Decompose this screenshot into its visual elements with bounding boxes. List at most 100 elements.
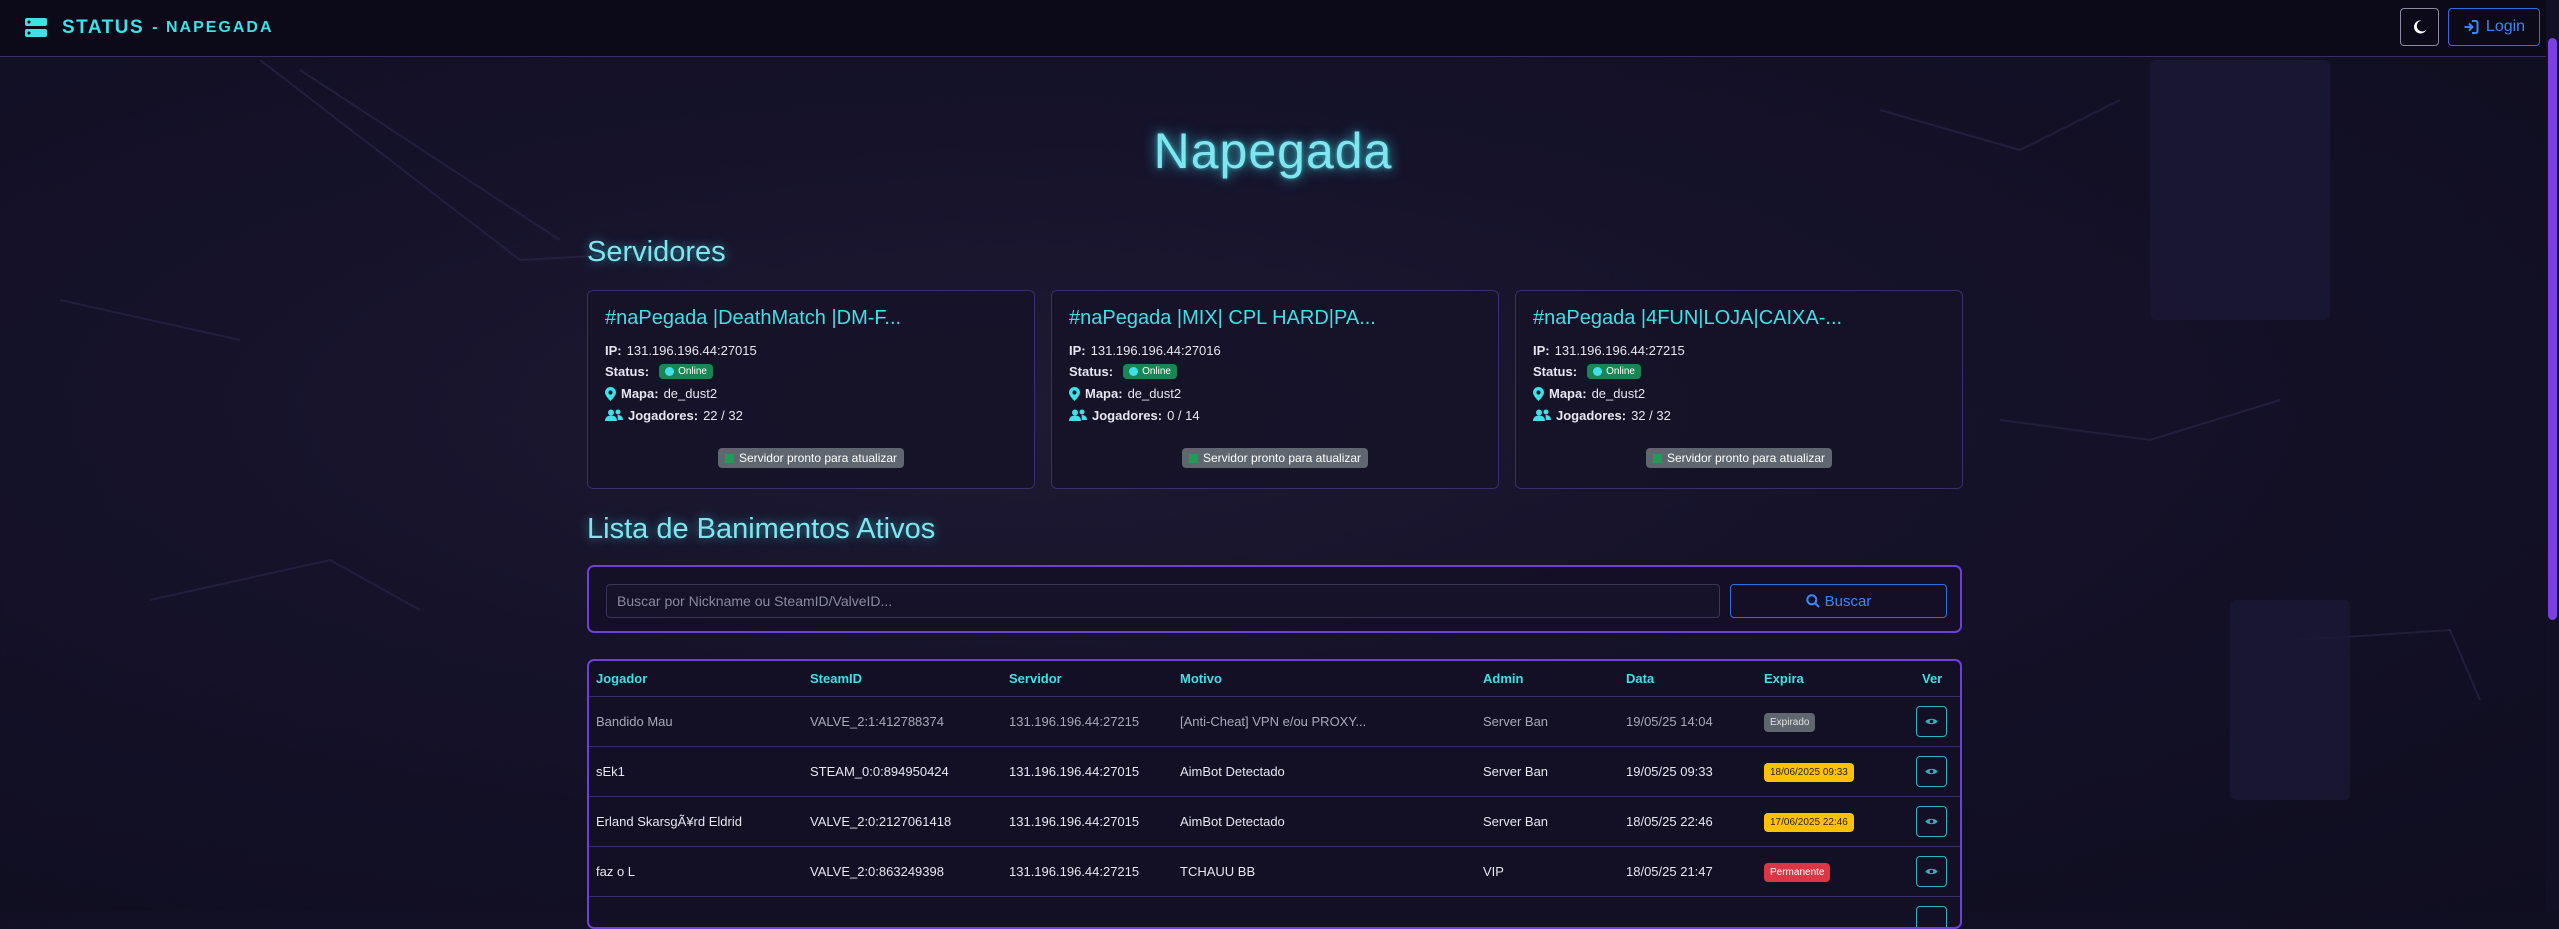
table-row-partial: [589, 896, 1960, 927]
online-dot-icon: [665, 367, 675, 376]
map-pin-icon: [1069, 386, 1080, 401]
ready-indicator-icon: [1188, 453, 1198, 463]
map-pin-icon: [605, 386, 616, 401]
ip-label: IP:: [1069, 343, 1086, 358]
ban-player: faz o L: [596, 864, 636, 879]
status-badge: Online: [1587, 364, 1641, 379]
server-map: de_dust2: [1591, 386, 1646, 401]
ip-label: IP:: [605, 343, 622, 358]
servers-section-title: Servidores: [587, 236, 726, 268]
server-players: 32 / 32: [1631, 408, 1671, 423]
ip-label: IP:: [1533, 343, 1550, 358]
online-dot-icon: [1593, 367, 1603, 376]
table-row: sEk1 STEAM_0:0:894950424 131.196.196.44:…: [589, 746, 1960, 797]
server-players: 0 / 14: [1167, 408, 1200, 423]
ban-date: 19/05/25 14:04: [1626, 714, 1713, 729]
view-ban-button[interactable]: [1916, 756, 1947, 787]
ban-reason: AimBot Detectado: [1180, 814, 1285, 829]
players-label: Jogadores:: [1556, 408, 1627, 423]
ready-indicator-icon: [724, 453, 734, 463]
bans-section-title: Lista de Banimentos Ativos: [587, 513, 936, 545]
column-header-date[interactable]: Data: [1626, 671, 1654, 686]
server-ip-row: IP: 131.196.196.44:27016: [1069, 343, 1221, 358]
eye-icon: [1925, 768, 1938, 775]
search-icon: [1805, 594, 1820, 608]
server-ip: 131.196.196.44:27215: [1554, 343, 1685, 358]
update-text: Servidor pronto para atualizar: [738, 451, 898, 465]
view-ban-button[interactable]: [1916, 906, 1947, 927]
column-header-server[interactable]: Servidor: [1009, 671, 1062, 686]
status-badge: Online: [1123, 364, 1177, 379]
login-button[interactable]: Login: [2448, 8, 2540, 46]
update-status-badge: Servidor pronto para atualizar: [718, 448, 904, 468]
ban-steamid: VALVE_2:0:2127061418: [810, 814, 952, 829]
ban-search-input[interactable]: [606, 584, 1720, 618]
table-row: Erland SkarsgÃ¥rd Eldrid VALVE_2:0:21270…: [589, 796, 1960, 847]
map-label: Mapa:: [1085, 386, 1123, 401]
server-players-row: Jogadores: 0 / 14: [1069, 408, 1200, 423]
eye-icon: [1925, 718, 1938, 725]
ban-server: 131.196.196.44:27215: [1009, 714, 1140, 729]
users-icon: [1533, 409, 1551, 421]
status-label: Status:: [605, 364, 650, 379]
theme-toggle-button[interactable]: [2400, 8, 2439, 46]
column-header-steamid[interactable]: SteamID: [810, 671, 862, 686]
view-ban-button[interactable]: [1916, 806, 1947, 837]
server-ip-row: IP: 131.196.196.44:27015: [605, 343, 757, 358]
ban-player: Bandido Mau: [596, 714, 673, 729]
navbar: STATUS - NAPEGADA Login: [0, 0, 2559, 57]
map-label: Mapa:: [621, 386, 659, 401]
brand[interactable]: STATUS - NAPEGADA: [24, 14, 274, 42]
eye-icon: [1925, 818, 1938, 825]
ban-server: 131.196.196.44:27015: [1009, 814, 1140, 829]
expires-badge: 18/06/2025 09:33: [1764, 763, 1854, 783]
server-name[interactable]: #naPegada |4FUN|LOJA|CAIXA-...: [1533, 307, 1842, 330]
ban-player: sEk1: [596, 764, 625, 779]
table-row: Bandido Mau VALVE_2:1:412788374 131.196.…: [589, 696, 1960, 747]
server-map: de_dust2: [1127, 386, 1182, 401]
column-header-admin[interactable]: Admin: [1483, 671, 1523, 686]
server-name[interactable]: #naPegada |DeathMatch |DM-F...: [605, 307, 901, 330]
server-card: #naPegada |DeathMatch |DM-F... IP: 131.1…: [587, 290, 1035, 489]
server-ip-row: IP: 131.196.196.44:27215: [1533, 343, 1685, 358]
server-status-row: Status: Online: [1533, 364, 1641, 379]
scrollbar-thumb[interactable]: [2548, 38, 2557, 620]
status-text: Online: [1606, 366, 1635, 377]
brand-subtitle: - NAPEGADA: [152, 19, 274, 36]
status-text: Online: [1142, 366, 1171, 377]
update-status-badge: Servidor pronto para atualizar: [1646, 448, 1832, 468]
column-header-expires[interactable]: Expira: [1764, 671, 1804, 686]
table-row: faz o L VALVE_2:0:863249398 131.196.196.…: [589, 846, 1960, 897]
expires-badge: 17/06/2025 22:46: [1764, 813, 1854, 833]
page-title: Napegada: [1153, 123, 1393, 179]
view-ban-button[interactable]: [1916, 706, 1947, 737]
status-text: Online: [678, 366, 707, 377]
ban-reason: TCHAUU BB: [1180, 864, 1256, 879]
ban-reason: [Anti-Cheat] VPN e/ou PROXY...: [1180, 714, 1367, 729]
ban-server: 131.196.196.44:27015: [1009, 764, 1140, 779]
status-label: Status:: [1069, 364, 1114, 379]
ban-admin: Server Ban: [1483, 814, 1549, 829]
players-label: Jogadores:: [1092, 408, 1163, 423]
server-status-row: Status: Online: [605, 364, 713, 379]
map-pin-icon: [1533, 386, 1544, 401]
column-header-reason[interactable]: Motivo: [1180, 671, 1222, 686]
search-button-label: Buscar: [1824, 592, 1872, 610]
moon-icon: [2413, 20, 2426, 34]
update-text: Servidor pronto para atualizar: [1666, 451, 1826, 465]
ban-date: 19/05/25 09:33: [1626, 764, 1713, 779]
players-label: Jogadores:: [628, 408, 699, 423]
ban-admin: Server Ban: [1483, 714, 1549, 729]
login-label: Login: [2485, 18, 2526, 35]
ban-steamid: STEAM_0:0:894950424: [810, 764, 949, 779]
server-name[interactable]: #naPegada |MIX| CPL HARD|PA...: [1069, 307, 1376, 330]
column-header-player[interactable]: Jogador: [596, 671, 647, 686]
status-badge: Online: [659, 364, 713, 379]
view-ban-button[interactable]: [1916, 856, 1947, 887]
ban-date: 18/05/25 22:46: [1626, 814, 1713, 829]
search-button[interactable]: Buscar: [1730, 584, 1947, 618]
ban-search-panel: Buscar: [587, 565, 1962, 633]
ban-reason: AimBot Detectado: [1180, 764, 1285, 779]
sign-in-icon: [2464, 20, 2479, 34]
update-text: Servidor pronto para atualizar: [1202, 451, 1362, 465]
